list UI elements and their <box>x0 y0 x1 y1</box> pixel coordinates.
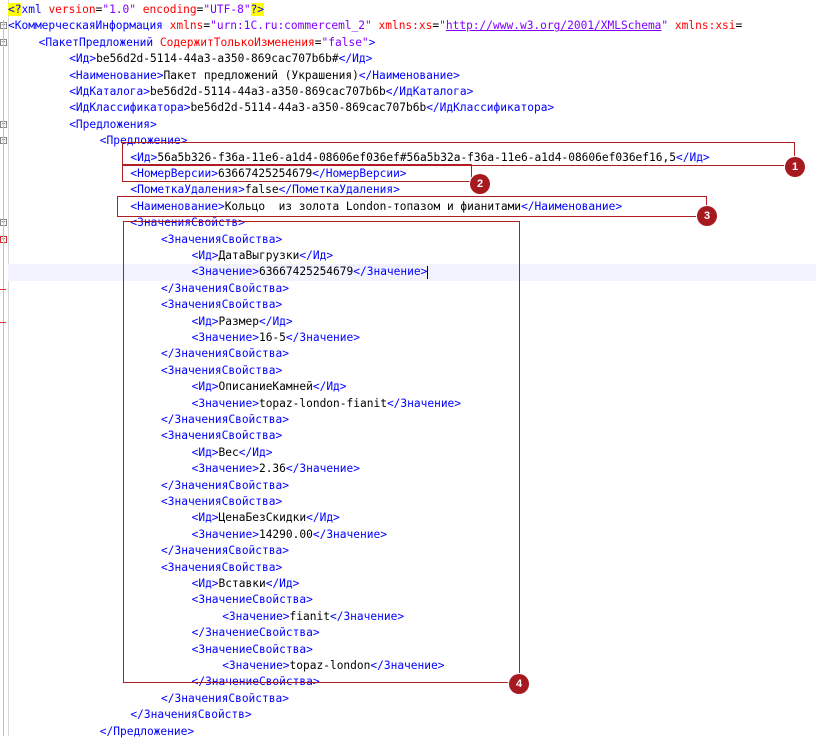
xml-text: false <box>244 183 279 197</box>
code-line[interactable]: <Ид>be56d2d-5114-44a3-a350-869cac707b6b#… <box>8 51 816 67</box>
xml-attribute-value: "urn:1C.ru:commerceml_2" <box>210 19 372 33</box>
xml-attribute: xmlns:xs <box>371 19 433 33</box>
annotation-badge-2: 2 <box>470 174 490 194</box>
code-line[interactable]: </ЗначенияСвойств> <box>8 707 816 723</box>
xml-text: be56d2d-5114-44a3-a350-869cac707b6b <box>190 101 427 115</box>
xml-tag: </Наименование> <box>358 68 460 82</box>
annotation-badge-1: 1 <box>785 157 805 177</box>
annotation-box-1 <box>122 142 795 166</box>
xml-text: be56d2d-5114-44a3-a350-869cac707b6b# <box>96 52 339 66</box>
xml-attribute-value: http://www.w3.org/2001/XMLSchema <box>445 19 662 33</box>
xml-tag: <Наименование> <box>69 68 164 82</box>
xml-attribute: xmlns <box>162 19 204 33</box>
xml-attribute-value: "UTF-8" <box>203 3 251 16</box>
code-line[interactable]: <ИдКаталога>be56d2d-5114-44a3-a350-869ca… <box>8 84 816 100</box>
xml-attribute: xmlns:xsi <box>668 19 736 33</box>
annotation-box-3 <box>117 196 707 217</box>
xml-tag: <ПакетПредложений <box>38 35 154 49</box>
xml-tag: <КоммерческаяИнформация <box>8 19 163 33</box>
xml-text: = <box>735 19 743 33</box>
xml-tag: </ИдКаталога> <box>385 85 474 98</box>
code-line[interactable]: <Наименование>Пакет предложений (Украшен… <box>8 68 816 84</box>
annotation-badge-4: 4 <box>509 674 529 694</box>
code-line[interactable]: <?xml version="1.0" encoding="UTF-8"?> <box>8 2 816 18</box>
xml-declaration: ?> <box>250 3 265 16</box>
xml-attribute: СодержитТолькоИзменения <box>153 35 315 49</box>
xml-tag: </ИдКлассификатора> <box>426 101 555 115</box>
code-line[interactable]: <КоммерческаяИнформация xmlns = "urn:1C.ru… <box>8 18 816 34</box>
xml-attribute: encoding <box>136 3 197 16</box>
xml-tag: xml <box>21 3 42 16</box>
xml-attribute-value: "false" <box>321 35 369 49</box>
xml-tag: <ИдКлассификатора> <box>69 101 191 115</box>
xml-tag: > <box>368 35 376 49</box>
xml-tag: <ПометкаУдаления> <box>130 183 245 197</box>
xml-attribute-value: " <box>439 19 446 33</box>
code-line[interactable]: <ПакетПредложений СодержитТолькоИзменени… <box>8 35 816 51</box>
xml-text: = <box>314 35 322 49</box>
xml-text: be56d2d-5114-44a3-a350-869cac707b6b <box>150 85 386 98</box>
change-marker <box>0 321 6 323</box>
xml-tag: </Ид> <box>338 52 373 66</box>
code-line[interactable]: </ЗначенияСвойства> <box>8 691 816 707</box>
annotation-box-4 <box>123 221 520 683</box>
xml-tag: <Ид> <box>69 52 97 66</box>
xml-text: Пакет предложений (Украшения) <box>163 68 359 82</box>
xml-attribute-value: "1.0" <box>102 3 137 16</box>
annotation-box-2 <box>122 164 472 182</box>
change-marker <box>0 289 6 290</box>
xml-declaration: <? <box>8 3 22 16</box>
xml-tag: <ИдКаталога> <box>69 85 151 98</box>
xml-tag: </ПометкаУдаления> <box>278 183 400 197</box>
annotation-badge-3: 3 <box>697 206 717 226</box>
code-line[interactable]: <Предложения> <box>8 117 816 133</box>
xml-tag: </ЗначенияСвойств> <box>130 708 252 722</box>
code-line[interactable]: <ИдКлассификатора>be56d2d-5114-44a3-a350… <box>8 100 816 116</box>
xml-attribute: version <box>41 3 96 16</box>
xml-tag: </ЗначенияСвойства> <box>161 691 289 705</box>
fold-line <box>3 20 4 736</box>
xml-tag: <Предложения> <box>69 117 157 131</box>
code-line[interactable]: </Предложение> <box>8 724 816 740</box>
